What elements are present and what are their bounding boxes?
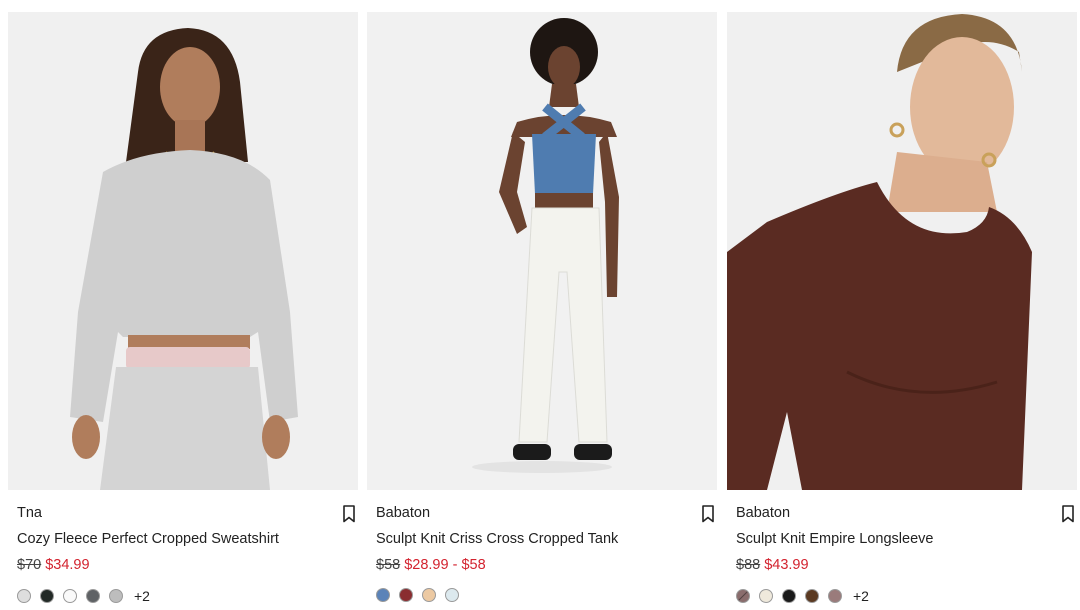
- original-price: $58: [376, 557, 401, 573]
- color-swatch[interactable]: [63, 589, 77, 603]
- product-price: $88 $43.99: [736, 556, 1077, 574]
- color-swatches: +2: [736, 588, 1077, 604]
- product-card[interactable]: Babaton Sculpt Knit Empire Longsleeve $8…: [727, 12, 1077, 604]
- more-colors[interactable]: +2: [134, 588, 150, 604]
- product-brand: Babaton: [376, 505, 431, 521]
- color-swatch[interactable]: [736, 589, 750, 603]
- original-price: $70: [17, 557, 42, 573]
- color-swatch[interactable]: [376, 588, 390, 602]
- product-info: Babaton Sculpt Knit Empire Longsleeve $8…: [727, 504, 1077, 604]
- product-name[interactable]: Sculpt Knit Empire Longsleeve: [736, 530, 1077, 548]
- product-image[interactable]: [8, 12, 358, 490]
- product-info: Tna Cozy Fleece Perfect Cropped Sweatshi…: [8, 504, 358, 604]
- product-name[interactable]: Sculpt Knit Criss Cross Cropped Tank: [376, 530, 717, 548]
- color-swatch[interactable]: [828, 589, 842, 603]
- color-swatch[interactable]: [109, 589, 123, 603]
- product-price: $70 $34.99: [17, 556, 358, 574]
- color-swatches: +2: [17, 588, 358, 604]
- color-swatch[interactable]: [86, 589, 100, 603]
- bookmark-icon[interactable]: [1061, 505, 1075, 523]
- product-info: Babaton Sculpt Knit Criss Cross Cropped …: [367, 504, 717, 602]
- product-brand: Babaton: [736, 505, 791, 521]
- sale-price: $34.99: [45, 557, 90, 573]
- color-swatch[interactable]: [17, 589, 31, 603]
- color-swatch[interactable]: [782, 589, 796, 603]
- color-swatch[interactable]: [759, 589, 773, 603]
- bookmark-icon[interactable]: [701, 505, 715, 523]
- bookmark-icon[interactable]: [342, 505, 356, 523]
- color-swatches: [376, 588, 717, 602]
- sale-price: $43.99: [764, 557, 809, 573]
- sale-price: $28.99 - $58: [404, 557, 486, 573]
- color-swatch[interactable]: [445, 588, 459, 602]
- product-brand: Tna: [17, 505, 42, 521]
- more-colors[interactable]: +2: [853, 588, 869, 604]
- product-image[interactable]: [367, 12, 717, 490]
- color-swatch[interactable]: [805, 589, 819, 603]
- product-price: $58 $28.99 - $58: [376, 556, 717, 574]
- product-card[interactable]: Babaton Sculpt Knit Criss Cross Cropped …: [367, 12, 717, 602]
- product-image[interactable]: [727, 12, 1077, 490]
- product-card[interactable]: Tna Cozy Fleece Perfect Cropped Sweatshi…: [8, 12, 358, 604]
- product-name[interactable]: Cozy Fleece Perfect Cropped Sweatshirt: [17, 530, 358, 548]
- color-swatch[interactable]: [399, 588, 413, 602]
- original-price: $88: [736, 557, 761, 573]
- color-swatch[interactable]: [40, 589, 54, 603]
- product-grid: Tna Cozy Fleece Perfect Cropped Sweatshi…: [0, 0, 1080, 610]
- color-swatch[interactable]: [422, 588, 436, 602]
